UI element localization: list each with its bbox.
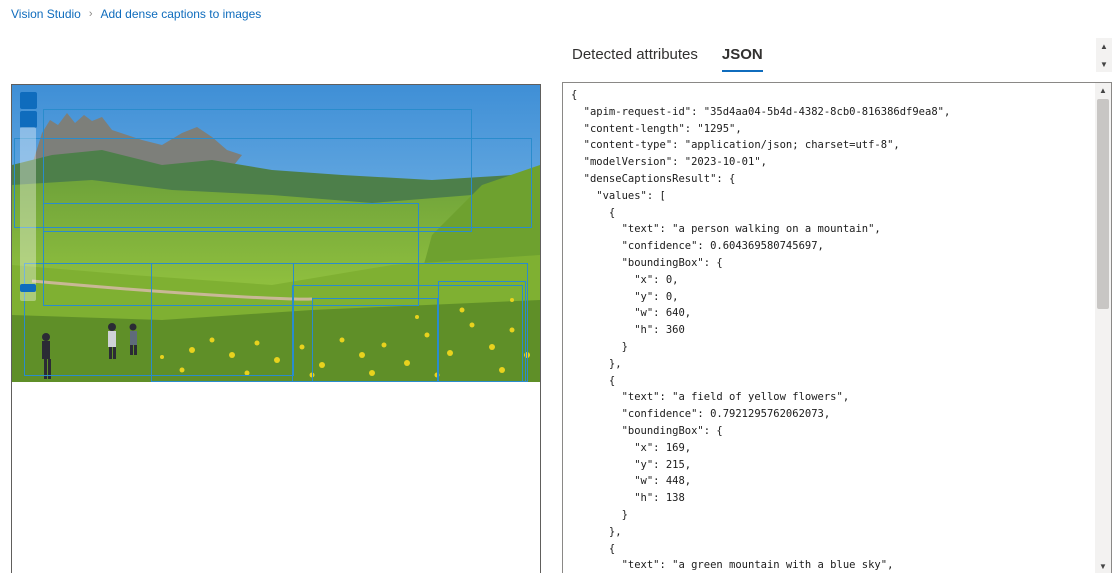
- tab-json[interactable]: JSON: [721, 46, 763, 72]
- caption-bounding-box[interactable]: [312, 298, 438, 382]
- zoom-slider-track[interactable]: [20, 127, 36, 301]
- chevron-right-icon: ›: [88, 8, 93, 20]
- json-output-panel: { "apim-request-id": "35d4aa04-5b4d-4382…: [562, 82, 1112, 573]
- scroll-up-icon[interactable]: ▲: [1096, 38, 1112, 54]
- scroll-down-icon[interactable]: ▼: [1096, 56, 1112, 72]
- zoom-slider-handle[interactable]: [20, 284, 36, 292]
- analyzed-image: [12, 85, 540, 382]
- image-preview-panel: [11, 84, 541, 573]
- tab-detected-attributes[interactable]: Detected attributes: [572, 46, 698, 72]
- scroll-up-icon[interactable]: ▲: [1095, 83, 1111, 97]
- result-tabs: Detected attributes JSON: [572, 46, 763, 72]
- caption-bounding-box[interactable]: [438, 281, 526, 382]
- json-response-text: { "apim-request-id": "35d4aa04-5b4d-4382…: [571, 89, 951, 572]
- breadcrumb-current-page[interactable]: Add dense captions to images: [101, 7, 262, 21]
- json-scrollbar-thumb[interactable]: [1097, 99, 1109, 309]
- zoom-in-button[interactable]: [20, 92, 37, 109]
- page-scrollbar[interactable]: ▲ ▼: [1096, 38, 1112, 72]
- json-scrollbar[interactable]: ▲ ▼: [1095, 83, 1111, 573]
- scroll-down-icon[interactable]: ▼: [1095, 559, 1111, 573]
- breadcrumb: Vision Studio › Add dense captions to im…: [11, 7, 261, 21]
- zoom-out-button[interactable]: [20, 111, 37, 128]
- breadcrumb-vision-studio-link[interactable]: Vision Studio: [11, 7, 81, 21]
